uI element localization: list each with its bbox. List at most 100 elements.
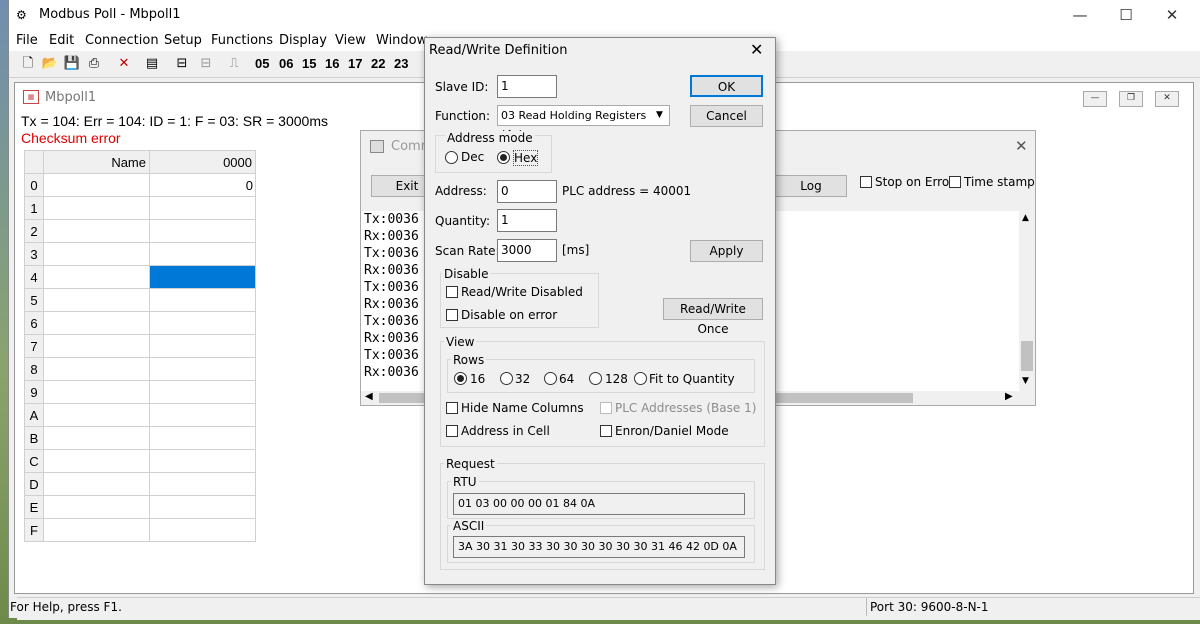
rtu-request-field[interactable]: 01 03 00 00 00 01 84 0A [453,493,745,515]
disconnect-icon[interactable]: ⊟ [197,55,215,73]
scroll-thumb[interactable] [1021,341,1033,371]
scroll-up-icon[interactable]: ▲ [1022,213,1029,223]
rows-fit-radio[interactable] [634,372,647,385]
value-cell-selected[interactable] [149,265,256,289]
child-restore-button[interactable]: ❐ [1119,91,1143,107]
rows-64-radio[interactable] [544,372,557,385]
hex-radio[interactable] [497,151,510,164]
value-cell[interactable] [149,518,256,542]
quantity-input[interactable]: 1 [497,209,557,232]
enron-mode-checkbox[interactable] [600,425,612,437]
rows-16-radio[interactable] [454,372,467,385]
menu-edit[interactable]: Edit [49,33,74,48]
cancel-button[interactable]: Cancel [690,105,763,127]
menu-setup[interactable]: Setup [164,33,202,48]
scan-rate-input[interactable]: 3000 [497,239,557,262]
table-row: 1 [24,196,256,220]
value-cell[interactable] [149,357,256,381]
slave-id-input[interactable]: 1 [497,75,557,98]
value-cell[interactable] [149,403,256,427]
minimize-button[interactable]: — [1057,0,1103,31]
name-cell[interactable] [43,288,150,312]
time-stamp-checkbox[interactable] [949,176,961,188]
name-cell[interactable] [43,357,150,381]
name-cell[interactable] [43,518,150,542]
dec-radio[interactable] [445,151,458,164]
ok-button[interactable]: OK [690,75,763,97]
vertical-scrollbar[interactable]: ▲ ▼ [1019,211,1035,391]
name-cell[interactable] [43,403,150,427]
stop-on-error-checkbox[interactable] [860,176,872,188]
value-cell[interactable] [149,242,256,266]
fc-22-button[interactable]: 22 [371,56,385,71]
maximize-button[interactable]: ☐ [1103,0,1149,31]
menu-window[interactable]: Window [376,33,427,48]
child-close-button[interactable]: ✕ [1155,91,1179,107]
fc-05-button[interactable]: 05 [255,56,269,71]
pulse-icon[interactable]: ⎍ [225,55,243,73]
value-column-header[interactable]: 0000 [149,150,256,174]
value-cell[interactable] [149,219,256,243]
window-icon[interactable]: ▤ [143,55,161,73]
hide-name-columns-checkbox[interactable] [446,402,458,414]
name-cell[interactable] [43,472,150,496]
name-cell[interactable] [43,380,150,404]
fc-16-button[interactable]: 16 [325,56,339,71]
menu-display[interactable]: Display [279,33,327,48]
name-cell[interactable] [43,495,150,519]
ascii-request-field[interactable]: 3A 30 31 30 33 30 30 30 30 30 30 31 46 4… [453,536,745,558]
scroll-down-icon[interactable]: ▼ [1022,376,1029,386]
plc-addresses-checkbox[interactable] [600,402,612,414]
fc-23-button[interactable]: 23 [394,56,408,71]
address-in-cell-checkbox[interactable] [446,425,458,437]
rows-128-radio[interactable] [589,372,602,385]
value-cell[interactable] [149,380,256,404]
address-input[interactable]: 0 [497,180,557,203]
child-minimize-button[interactable]: — [1083,91,1107,107]
log-button[interactable]: Log [775,175,847,197]
menu-connection[interactable]: Connection [85,33,159,48]
value-cell[interactable] [149,196,256,220]
comm-close-icon[interactable]: ✕ [1015,137,1028,155]
value-cell[interactable] [149,472,256,496]
value-cell[interactable] [149,334,256,358]
menu-view[interactable]: View [335,33,366,48]
dialog-close-icon[interactable]: ✕ [750,40,763,59]
rw-disabled-checkbox[interactable] [446,286,458,298]
delete-icon[interactable]: ✕ [115,55,133,73]
apply-button[interactable]: Apply [690,240,763,262]
name-cell[interactable] [43,426,150,450]
value-cell[interactable]: 0 [149,173,256,197]
function-select[interactable]: 03 Read Holding Registers (4x) ▼ [497,105,670,141]
name-cell[interactable] [43,219,150,243]
fc-15-button[interactable]: 15 [302,56,316,71]
menu-file[interactable]: File [16,33,38,48]
name-cell[interactable] [43,265,150,289]
name-cell[interactable] [43,334,150,358]
disable-on-error-checkbox[interactable] [446,309,458,321]
name-column-header[interactable]: Name [43,150,150,174]
value-cell[interactable] [149,449,256,473]
fc-06-button[interactable]: 06 [279,56,293,71]
name-cell[interactable] [43,242,150,266]
close-button[interactable]: ✕ [1149,0,1195,31]
scroll-left-icon[interactable]: ◀ [365,391,373,402]
value-cell[interactable] [149,426,256,450]
name-cell[interactable] [43,311,150,335]
read-write-once-button[interactable]: Read/Write Once [663,298,763,336]
name-cell[interactable] [43,173,150,197]
save-icon[interactable]: 💾 [63,55,81,73]
new-file-icon[interactable]: 🗋 [19,55,37,73]
rows-32-radio[interactable] [500,372,513,385]
print-icon[interactable]: ⎙ [85,55,103,73]
scroll-right-icon[interactable]: ▶ [1005,391,1013,402]
value-cell[interactable] [149,288,256,312]
fc-17-button[interactable]: 17 [348,56,362,71]
name-cell[interactable] [43,449,150,473]
open-folder-icon[interactable]: 📂 [41,55,59,73]
name-cell[interactable] [43,196,150,220]
value-cell[interactable] [149,495,256,519]
value-cell[interactable] [149,311,256,335]
connect-icon[interactable]: ⊟ [173,55,191,73]
menu-functions[interactable]: Functions [211,33,273,48]
